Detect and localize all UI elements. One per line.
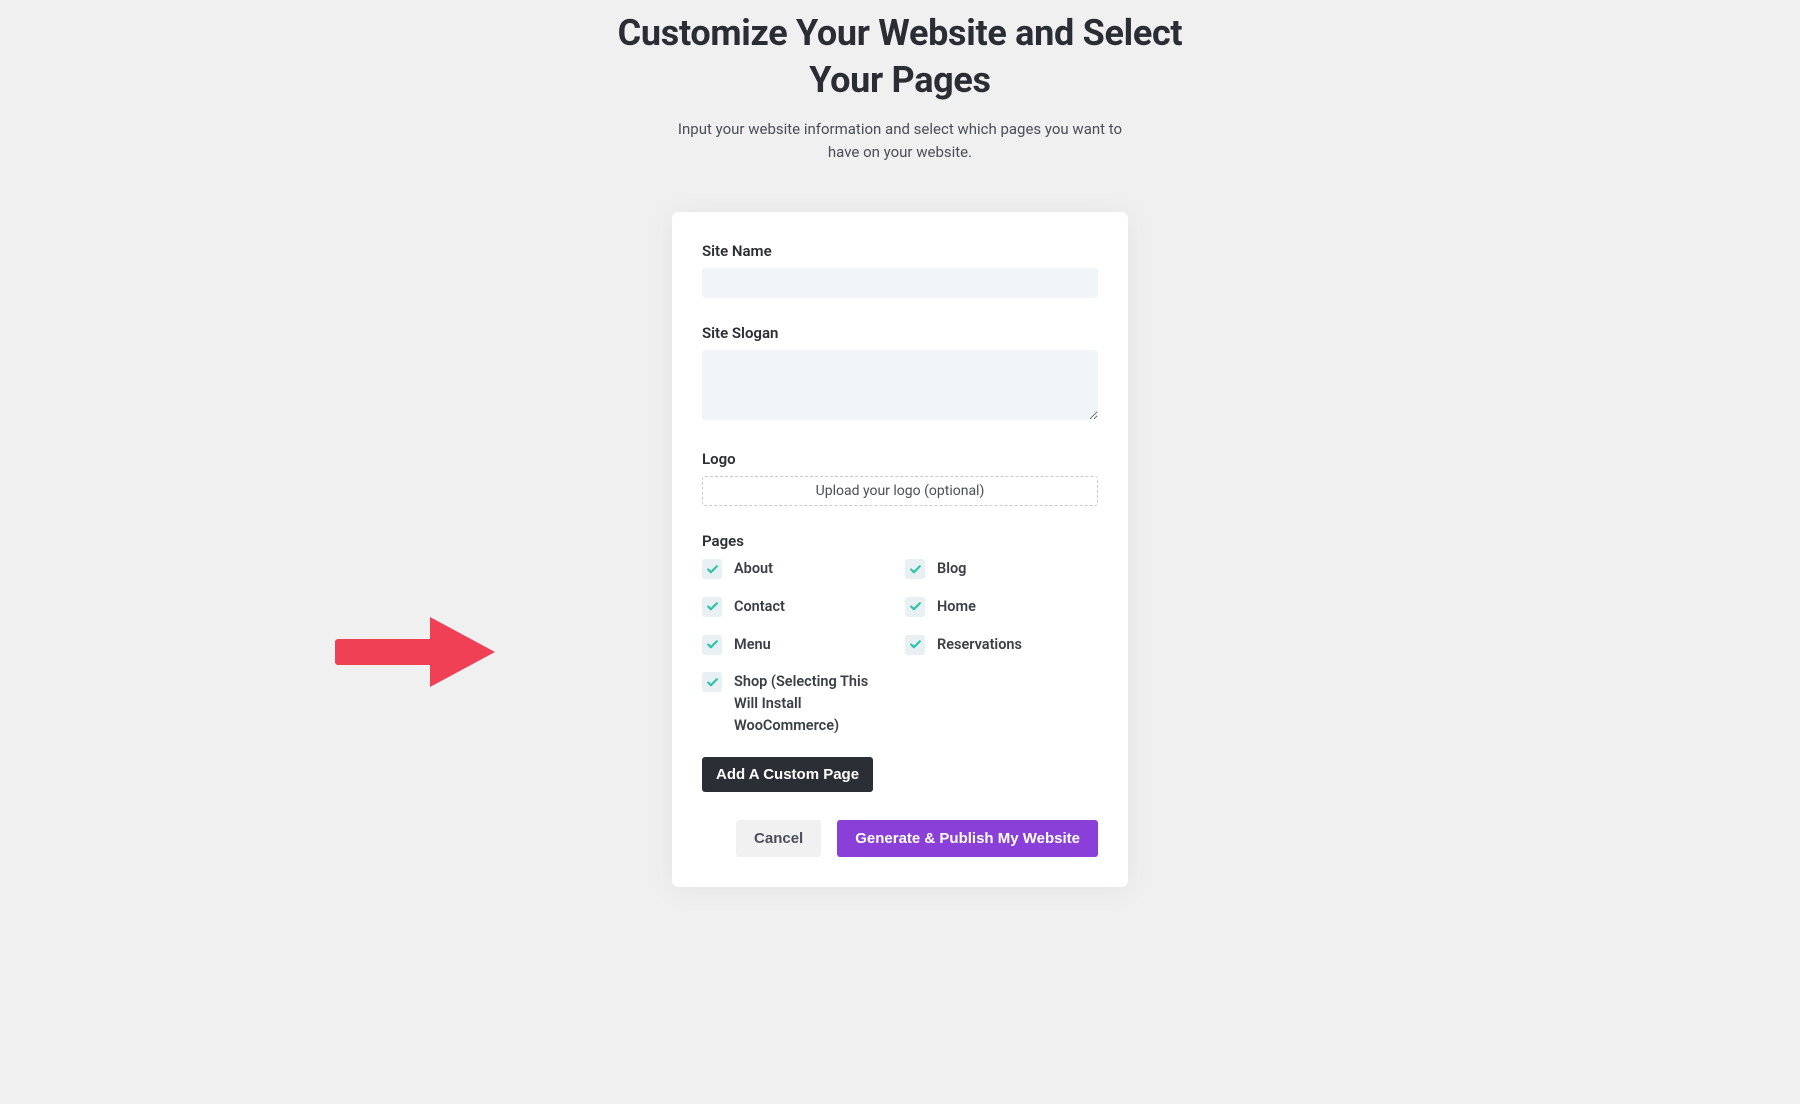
check-icon xyxy=(706,600,719,613)
pages-label: Pages xyxy=(702,532,1098,550)
site-name-field-group: Site Name xyxy=(702,242,1098,298)
page-subtitle: Input your website information and selec… xyxy=(675,118,1125,165)
page-label-home: Home xyxy=(937,596,976,618)
footer-buttons: Cancel Generate & Publish My Website xyxy=(702,820,1098,857)
check-icon xyxy=(706,676,719,689)
logo-field-group: Logo Upload your logo (optional) xyxy=(702,450,1098,506)
site-name-label: Site Name xyxy=(702,242,1098,260)
page-item-contact: Contact xyxy=(702,596,895,618)
page-label-reservations: Reservations xyxy=(937,634,1022,656)
checkbox-menu[interactable] xyxy=(702,635,722,655)
site-slogan-field-group: Site Slogan xyxy=(702,324,1098,424)
logo-upload-box[interactable]: Upload your logo (optional) xyxy=(702,476,1098,506)
page-label-blog: Blog xyxy=(937,558,966,580)
page-item-home: Home xyxy=(905,596,1098,618)
site-slogan-label: Site Slogan xyxy=(702,324,1098,342)
page-container: Customize Your Website and Select Your P… xyxy=(0,0,1800,887)
page-label-menu: Menu xyxy=(734,634,771,656)
page-item-reservations: Reservations xyxy=(905,634,1098,656)
checkbox-shop[interactable] xyxy=(702,672,722,692)
checkbox-blog[interactable] xyxy=(905,559,925,579)
page-header: Customize Your Website and Select Your P… xyxy=(590,10,1210,164)
cancel-button[interactable]: Cancel xyxy=(736,820,821,857)
check-icon xyxy=(909,600,922,613)
check-icon xyxy=(706,638,719,651)
checkbox-home[interactable] xyxy=(905,597,925,617)
logo-label: Logo xyxy=(702,450,1098,468)
page-label-contact: Contact xyxy=(734,596,785,618)
site-slogan-input[interactable] xyxy=(702,350,1098,420)
page-item-menu: Menu xyxy=(702,634,895,656)
checkbox-reservations[interactable] xyxy=(905,635,925,655)
check-icon xyxy=(706,563,719,576)
generate-publish-button[interactable]: Generate & Publish My Website xyxy=(837,820,1098,857)
page-item-shop: Shop (Selecting This Will Install WooCom… xyxy=(702,671,895,736)
page-title: Customize Your Website and Select Your P… xyxy=(590,10,1210,104)
add-custom-page-button[interactable]: Add A Custom Page xyxy=(702,757,873,792)
site-name-input[interactable] xyxy=(702,268,1098,298)
pages-grid: About Blog Contact xyxy=(702,558,1098,737)
checkbox-about[interactable] xyxy=(702,559,722,579)
page-item-blog: Blog xyxy=(905,558,1098,580)
pages-field-group: Pages About Blog xyxy=(702,532,1098,792)
page-label-shop: Shop (Selecting This Will Install WooCom… xyxy=(734,671,895,736)
checkbox-contact[interactable] xyxy=(702,597,722,617)
check-icon xyxy=(909,638,922,651)
page-item-about: About xyxy=(702,558,895,580)
check-icon xyxy=(909,563,922,576)
form-card: Site Name Site Slogan Logo Upload your l… xyxy=(672,212,1128,887)
page-label-about: About xyxy=(734,558,773,580)
